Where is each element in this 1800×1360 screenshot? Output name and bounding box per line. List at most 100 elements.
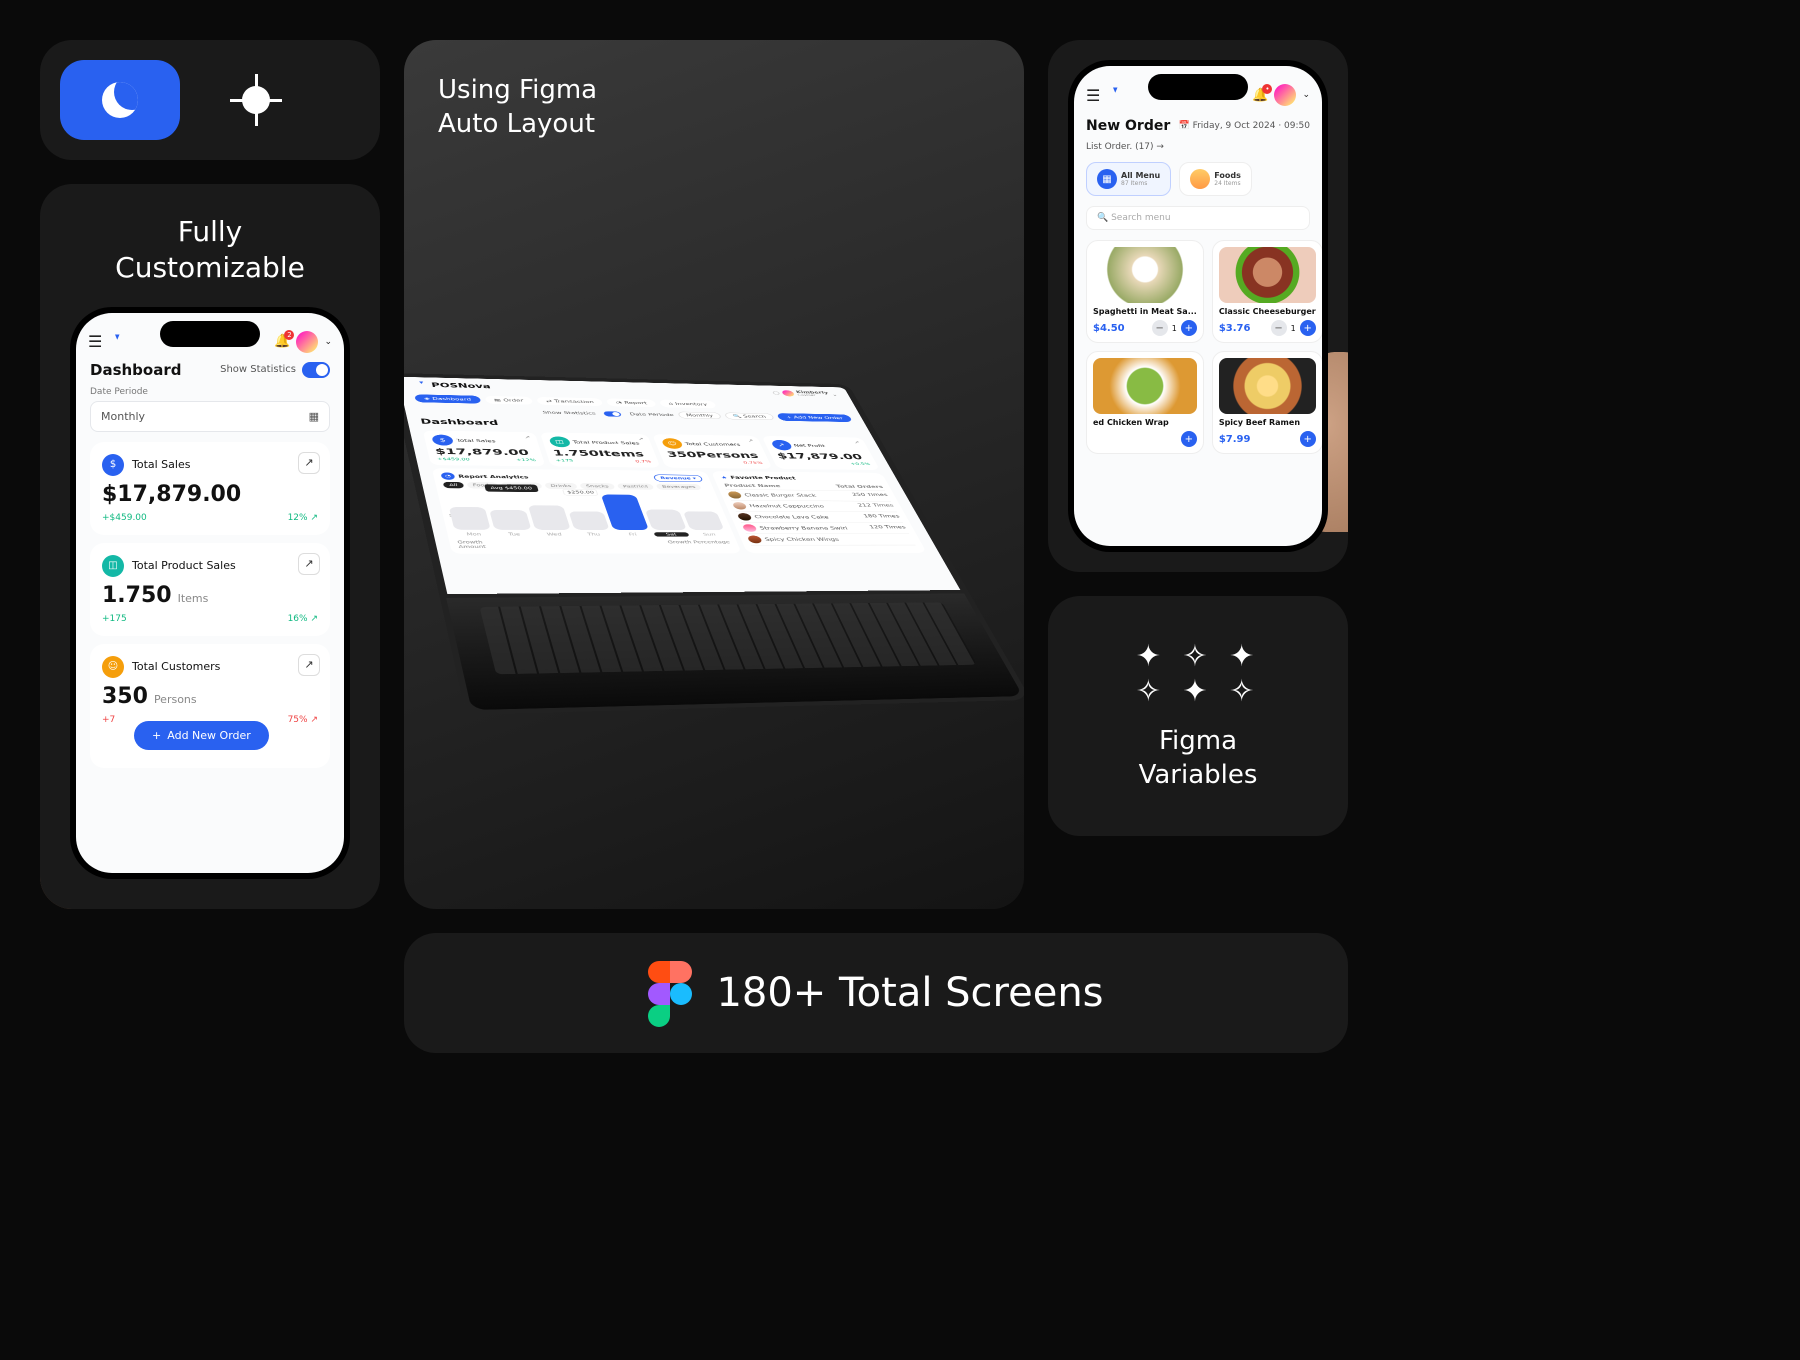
periode-label: Date Periode <box>629 412 674 417</box>
food-icon <box>1190 169 1210 189</box>
qty-plus-button[interactable]: + <box>1300 431 1316 447</box>
add-new-order-button[interactable]: + Add New Order <box>134 721 269 750</box>
expand-icon[interactable]: ↗ <box>298 553 320 575</box>
qty-plus-button[interactable]: + <box>1181 320 1197 336</box>
fav-item[interactable]: Hazelnut Cappuccino212 Times <box>731 500 897 512</box>
brand-logo-icon <box>106 333 124 351</box>
search-input[interactable]: 🔍 Search <box>724 412 775 420</box>
expand-icon[interactable]: ↗ <box>524 435 531 439</box>
help-icon <box>772 391 780 395</box>
nav-inventory[interactable]: ⌂ Inventory <box>659 399 718 408</box>
menu-icon[interactable]: ☰ <box>1086 86 1100 105</box>
expand-icon[interactable]: ↗ <box>637 436 645 440</box>
chart-icon: ◔ <box>440 472 455 479</box>
nav-report[interactable]: ◔ Report <box>606 398 657 407</box>
grid-icon: ▦ <box>1097 169 1117 189</box>
sun-icon <box>242 86 270 114</box>
list-order-link[interactable]: List Order. (17) → <box>1074 138 1322 156</box>
food-image <box>1219 247 1316 303</box>
stat-customers: ↗ ☺Total Customers 350Persons +7 + Add N… <box>90 644 330 768</box>
food-image <box>1093 358 1197 414</box>
calendar-icon: ▦ <box>309 410 319 423</box>
expand-icon[interactable]: ↗ <box>853 440 861 444</box>
qty-plus-button[interactable]: + <box>1181 431 1197 447</box>
people-icon: ☺ <box>102 656 124 678</box>
category-foods[interactable]: Foods24 Items <box>1179 162 1252 196</box>
qty-minus-button[interactable]: − <box>1152 320 1168 336</box>
menu-item[interactable]: Classic Cheeseburger $3.76−1+ <box>1212 240 1322 343</box>
report-filter[interactable]: Revenue ▾ <box>653 474 704 482</box>
menu-item[interactable]: Spaghetti in Meat Sa... $4.50−1+ <box>1086 240 1204 343</box>
order-date: 📅 Friday, 9 Oct 2024 · 09:50 <box>1178 121 1310 131</box>
show-stats-toggle[interactable] <box>302 362 330 378</box>
periode-select[interactable]: Monthly▦ <box>90 401 330 432</box>
fav-item[interactable]: Spicy Chicken Wings <box>746 534 915 545</box>
show-stats-toggle[interactable] <box>603 411 622 416</box>
user-menu[interactable]: Kimberly Cashier ⌄ <box>771 389 839 398</box>
fav-item[interactable]: Classic Burger Stack250 Times <box>726 489 891 501</box>
stat-total-sales: ↗ $Total Sales $17,879.00 +$459.00+12% <box>423 430 545 466</box>
category-all-menu[interactable]: ▦ All Menu87 Items <box>1086 162 1171 196</box>
trend-icon: ↗ <box>770 439 794 450</box>
figma-variables-card: ✦ ✧ ✦✧ ✦ ✧ Figma Variables <box>1048 596 1348 836</box>
date-periode-label: Date Periode <box>76 387 344 397</box>
cat-item[interactable]: Snacks <box>579 483 615 489</box>
phone-mockup-dashboard: ☰ 🔔2 ⌄ Dashboard Show Statistics Date Pe… <box>70 307 350 879</box>
menu-item[interactable]: Spicy Beef Ramen $7.99+ <box>1212 351 1322 454</box>
cat-item[interactable]: Pastries <box>617 483 655 489</box>
cat-item[interactable]: Drinks <box>544 482 578 488</box>
customizable-title: Fully Customizable <box>70 214 350 287</box>
dashboard-title: Dashboard <box>90 361 181 379</box>
customizable-card: Fully Customizable ☰ 🔔2 ⌄ Dashboard Show… <box>40 184 380 909</box>
qty-minus-button[interactable]: − <box>1271 320 1287 336</box>
laptop-feature-card: Using Figma Auto Layout POSNova Kimberly… <box>404 40 1024 909</box>
cat-item[interactable]: Beverages <box>656 483 702 489</box>
nav-order[interactable]: ▦ Order <box>484 395 533 404</box>
phone-notch <box>160 321 260 347</box>
laptop-keyboard <box>439 590 1024 715</box>
star-icon: ★ <box>720 475 728 480</box>
stat-product-sales: ↗ ◫Total Product Sales 1.750Items +1750.… <box>539 432 660 467</box>
food-image <box>1093 247 1197 303</box>
search-menu-input[interactable]: 🔍 Search menu <box>1086 206 1310 230</box>
avatar[interactable] <box>1274 84 1296 106</box>
phone-notch <box>1148 74 1248 100</box>
avg-tooltip: Avg $450.00 <box>484 484 539 492</box>
laptop-screen: POSNova Kimberly Cashier ⌄ ◈ Dashboard <box>404 373 967 594</box>
total-screens-text: 180+ Total Screens <box>716 970 1103 1016</box>
figma-variables-title: Figma Variables <box>1139 725 1258 793</box>
menu-icon[interactable]: ☰ <box>88 332 102 351</box>
expand-icon[interactable]: ↗ <box>298 452 320 474</box>
nav-dashboard[interactable]: ◈ Dashboard <box>414 394 481 403</box>
notification-bell-icon[interactable]: 🔔2 <box>274 334 290 349</box>
order-phone-card: ☰ 🔔• ⌄ New Order 📅 Friday, 9 Oct 2024 · … <box>1048 40 1348 572</box>
report-analytics-card: ◔Report Analytics Revenue ▾ All Foods De… <box>432 468 742 554</box>
avatar[interactable] <box>296 331 318 353</box>
stat-total-sales: ↗ $Total Sales $17,879.00 +$459.0012% ↗ <box>90 442 330 535</box>
nav-transaction[interactable]: ⇄ Transaction <box>536 397 604 406</box>
add-new-order-button[interactable]: + Add New Order <box>776 413 853 422</box>
auto-layout-title: Using Figma Auto Layout <box>438 74 990 142</box>
new-order-title: New Order <box>1086 118 1170 134</box>
report-bars: Avg $450.00 <box>445 491 725 530</box>
show-stats-label: Show Statistics <box>542 410 596 415</box>
menu-item[interactable]: ed Chicken Wrap + <box>1086 351 1204 454</box>
theme-toggle-card <box>40 40 380 160</box>
notification-bell-icon[interactable]: 🔔• <box>1252 88 1268 103</box>
periode-select[interactable]: Monthly <box>677 411 722 419</box>
expand-icon[interactable]: ↗ <box>747 438 755 442</box>
dark-mode-button[interactable] <box>60 60 180 140</box>
laptop-mockup: POSNova Kimberly Cashier ⌄ ◈ Dashboard <box>438 172 990 832</box>
stat-net-profit: ↗ ↗Net Profit $17,879.00 +0.5% <box>761 436 880 470</box>
stat-product-sales: ↗ ◫Total Product Sales 1.750Items +17516… <box>90 543 330 636</box>
cat-all[interactable]: All <box>443 481 464 487</box>
fav-item[interactable]: Strawberry Banana Swirl120 Times <box>741 522 909 533</box>
stat-customers: ↗ ☺Total Customers 350Persons 0.75% <box>652 434 772 469</box>
dollar-icon: $ <box>102 454 124 476</box>
expand-icon[interactable]: ↗ <box>298 654 320 676</box>
light-mode-button[interactable] <box>196 60 316 140</box>
fav-item[interactable]: Chocolate Lava Cake180 Times <box>736 511 903 523</box>
qty-plus-button[interactable]: + <box>1300 320 1316 336</box>
phone-mockup-order: ☰ 🔔• ⌄ New Order 📅 Friday, 9 Oct 2024 · … <box>1068 60 1328 552</box>
sparkles-icon: ✦ ✧ ✦✧ ✦ ✧ <box>1136 639 1260 709</box>
